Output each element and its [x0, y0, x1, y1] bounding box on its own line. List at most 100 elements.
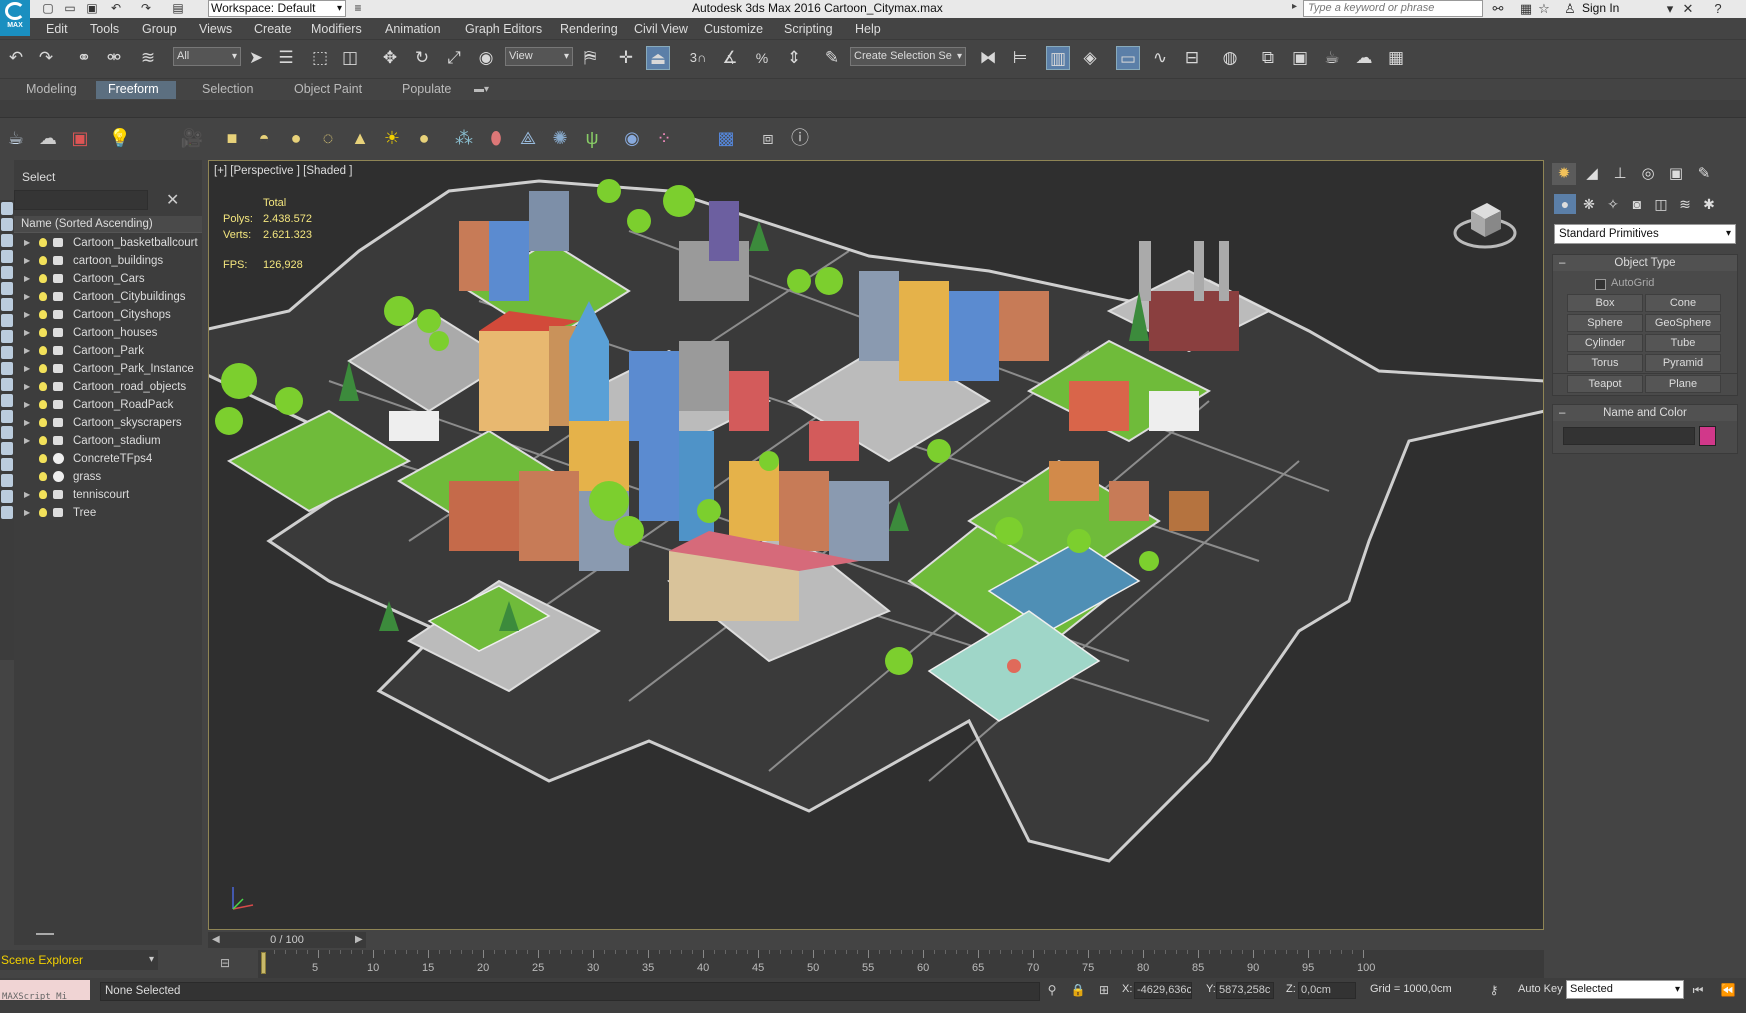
unlink-icon[interactable]: ⚮ [102, 46, 126, 70]
cone-button[interactable]: Cone [1645, 294, 1721, 312]
create-help-icon[interactable]: ⓘ [788, 126, 812, 150]
manipulate-icon[interactable]: ✛ [614, 46, 638, 70]
systems-category-icon[interactable]: ✱ [1698, 194, 1720, 214]
box-primitive-icon[interactable]: ■ [220, 126, 244, 150]
menu-customize[interactable]: Customize [704, 22, 763, 36]
scene-explorer-item[interactable]: ▶ Cartoon_basketballcourt [14, 234, 202, 252]
ribbon-options-icon[interactable]: ▬▾ [470, 81, 493, 99]
light-bulb-icon[interactable] [39, 328, 47, 337]
rotate-icon[interactable]: ↻ [410, 46, 434, 70]
y-coordinate-field[interactable]: 5873,258c [1216, 982, 1274, 999]
angle-snap-icon[interactable]: ∡ [718, 46, 742, 70]
named-selection-dropdown[interactable]: Create Selection Se [850, 47, 966, 66]
percent-snap-icon[interactable]: % [750, 46, 774, 70]
display-groups-icon[interactable] [1, 330, 13, 343]
render-setup-icon[interactable]: ⧉ [1256, 46, 1280, 70]
material-editor-icon[interactable]: ◍ [1218, 46, 1242, 70]
object-name-field[interactable] [1563, 427, 1695, 445]
geosphere-button[interactable]: GeoSphere [1645, 314, 1721, 332]
place-icon[interactable]: ◉ [474, 46, 498, 70]
light-bulb-icon[interactable] [39, 508, 47, 517]
menu-edit[interactable]: Edit [46, 22, 68, 36]
scale-icon[interactable]: ⤢ [442, 46, 466, 70]
scene-explorer-item[interactable]: ▶ Cartoon_Cityshops [14, 306, 202, 324]
expand-arrow-icon[interactable]: ▶ [24, 414, 30, 432]
redo-quick-icon[interactable]: ↷ [138, 1, 154, 16]
material-sphere-icon[interactable] [53, 453, 64, 464]
display-hierarchy-icon[interactable] [1, 506, 13, 519]
scene-explorer-item[interactable]: ConcreteTFps4 [14, 450, 202, 468]
viewcube-widget[interactable] [1449, 189, 1521, 261]
expand-arrow-icon[interactable]: ▶ [24, 288, 30, 306]
display-geometry-icon[interactable] [1, 234, 13, 247]
open-file-icon[interactable]: ▭ [62, 1, 78, 16]
create-tab-icon[interactable]: ✹ [1552, 163, 1576, 185]
keyboard-shortcut-override-icon[interactable]: ⏏ [646, 46, 670, 70]
align-icon[interactable]: ⊨ [1008, 46, 1032, 70]
lights-category-icon[interactable]: ✧ [1602, 194, 1624, 214]
display-helpers-icon[interactable] [1, 298, 13, 311]
primitive-type-dropdown[interactable]: Standard Primitives [1554, 224, 1736, 244]
scene-explorer-search-input[interactable] [14, 190, 148, 210]
expand-arrow-icon[interactable]: ▶ [24, 270, 30, 288]
ribbon-toggle-icon[interactable]: ▭ [1116, 46, 1140, 70]
a360-gallery-icon[interactable]: ▦ [1384, 46, 1408, 70]
display-all-icon[interactable] [1, 218, 13, 231]
curve-editor-icon[interactable]: ∿ [1148, 46, 1172, 70]
search-input[interactable]: Type a keyword or phrase [1303, 0, 1483, 17]
utilities-tab-icon[interactable]: ✎ [1692, 163, 1716, 185]
auto-key-button[interactable]: Auto Key [1518, 983, 1563, 995]
rendered-frame-window-icon[interactable]: ▣ [1288, 46, 1312, 70]
viewport-label-menu[interactable]: [+] [Perspective ] [Shaded ] [214, 165, 352, 177]
light-bulb-icon[interactable] [39, 400, 47, 409]
compound-icon[interactable]: ⟁ [516, 126, 540, 150]
scene-explorer-column-header[interactable]: Name (Sorted Ascending) [14, 216, 202, 233]
light-bulb-icon[interactable] [39, 274, 47, 283]
scene-explorer-item[interactable]: ▶ Cartoon_Cars [14, 270, 202, 288]
cameras-category-icon[interactable]: ◙ [1626, 194, 1648, 214]
snaps-toggle-icon[interactable]: 3∩ [686, 46, 710, 70]
display-frozen-icon[interactable] [1, 394, 13, 407]
scene-explorer-item[interactable]: ▶ Cartoon_Park_Instance [14, 360, 202, 378]
time-prev-icon[interactable]: ◀ [212, 932, 220, 948]
teapot-icon[interactable]: ☕ [4, 126, 28, 150]
set-key-icon[interactable]: ⚷ [1486, 982, 1502, 998]
scene-explorer-item[interactable]: ▶ Tree [14, 504, 202, 522]
exchange-icon[interactable]: ✕ [1680, 1, 1696, 16]
renderable-icon[interactable] [53, 436, 63, 445]
renderable-icon[interactable] [53, 400, 63, 409]
renderable-icon[interactable] [53, 346, 63, 355]
renderable-icon[interactable] [53, 490, 63, 499]
torus-primitive-icon[interactable]: ◌ [316, 126, 340, 150]
light-bulb-icon[interactable] [39, 364, 47, 373]
display-lights-icon[interactable] [1, 266, 13, 279]
app-logo[interactable]: MAX [0, 0, 30, 36]
renderable-icon[interactable] [53, 364, 63, 373]
renderable-icon[interactable] [53, 274, 63, 283]
goto-start-icon[interactable]: ⏮ [1690, 982, 1706, 998]
menu-create[interactable]: Create [254, 22, 292, 36]
display-hidden-icon[interactable] [1, 410, 13, 423]
renderable-icon[interactable] [53, 508, 63, 517]
tab-selection[interactable]: Selection [190, 81, 265, 99]
hierarchy-tab-icon[interactable]: ⊥ [1608, 163, 1632, 185]
render-elements-icon[interactable]: ⁘ [652, 126, 676, 150]
renderable-icon[interactable] [53, 292, 63, 301]
menu-views[interactable]: Views [199, 22, 232, 36]
scene-explorer-item[interactable]: ▶ Cartoon_RoadPack [14, 396, 202, 414]
perspective-viewport[interactable]: [+] [Perspective ] [Shaded ] Total Polys… [208, 160, 1544, 930]
shapes-category-icon[interactable]: ❋ [1578, 194, 1600, 214]
light-bulb-icon[interactable] [39, 472, 47, 481]
spinner-snap-icon[interactable]: ⇕ [782, 46, 806, 70]
expand-arrow-icon[interactable]: ▶ [24, 432, 30, 450]
name-and-color-rollout-title[interactable]: Name and Color [1553, 405, 1737, 421]
time-slider[interactable]: ◀ 0 / 100 ▶ [208, 932, 366, 948]
layer-explorer-icon[interactable]: ◈ [1078, 46, 1102, 70]
display-shapes-icon[interactable] [1, 250, 13, 263]
display-space-warps-icon[interactable] [1, 314, 13, 327]
display-filter-icon[interactable] [1, 474, 13, 487]
scene-explorer-item[interactable]: ▶ cartoon_buildings [14, 252, 202, 270]
z-coordinate-field[interactable]: 0,0cm [1298, 982, 1356, 999]
create-render-icon[interactable]: ▣ [68, 126, 92, 150]
pivot-center-icon[interactable]: ⛿ [578, 46, 602, 70]
